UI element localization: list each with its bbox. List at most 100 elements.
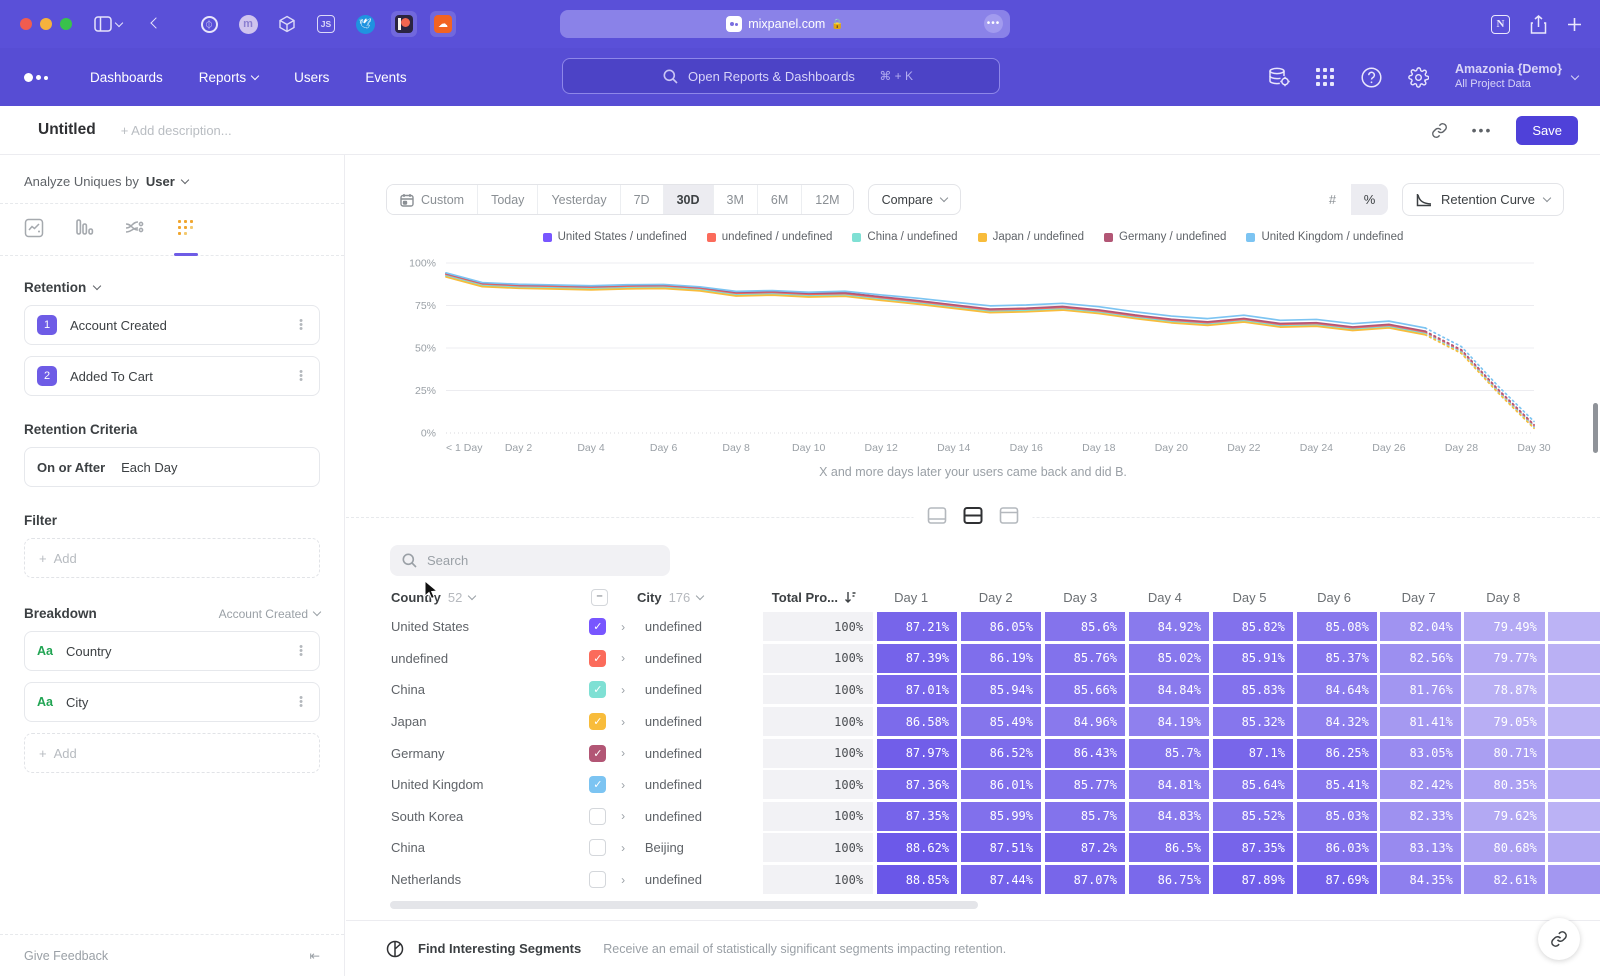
unit-count-button[interactable]: # bbox=[1314, 184, 1351, 215]
retention-value-cell[interactable]: 84.84% bbox=[1129, 675, 1209, 704]
address-more-button[interactable]: ••• bbox=[984, 14, 1003, 33]
retention-value-cell[interactable]: 86.03% bbox=[1297, 833, 1377, 862]
segments-title[interactable]: Find Interesting Segments bbox=[418, 941, 581, 956]
data-management-icon[interactable] bbox=[1268, 67, 1290, 87]
nav-link-events[interactable]: Events bbox=[365, 70, 406, 85]
retention-value-cell[interactable]: 87.39% bbox=[877, 644, 957, 673]
vertical-scrollbar[interactable] bbox=[1593, 403, 1598, 453]
retention-value-cell[interactable]: 85.08% bbox=[1297, 612, 1377, 641]
settings-gear-icon[interactable] bbox=[1408, 67, 1429, 88]
project-switcher[interactable]: Amazonia {Demo} All Project Data bbox=[1455, 62, 1578, 91]
retention-value-cell[interactable]: 86.25% bbox=[1297, 739, 1377, 768]
retention-value-cell[interactable]: 85.03% bbox=[1297, 802, 1377, 831]
retention-value-cell[interactable]: 85.7% bbox=[1045, 802, 1125, 831]
series-checkbox-checked[interactable]: ✓ bbox=[589, 681, 606, 698]
chart-type-dropdown[interactable]: Retention Curve bbox=[1402, 183, 1564, 216]
series-checkbox-checked[interactable]: ✓ bbox=[589, 618, 606, 635]
retention-value-cell[interactable]: 85.66% bbox=[1045, 675, 1125, 704]
retention-value-cell[interactable]: 87.36% bbox=[877, 770, 957, 799]
address-bar[interactable]: mixpanel.com 🔒 ••• bbox=[560, 10, 1010, 38]
city-column-header[interactable]: City 176 bbox=[637, 590, 749, 605]
day-column-header[interactable]: Day 1 bbox=[871, 583, 952, 612]
legend-item[interactable]: United States / undefined bbox=[543, 231, 687, 243]
range-button-3m[interactable]: 3M bbox=[713, 185, 757, 214]
retention-value-cell[interactable]: 84.96% bbox=[1045, 707, 1125, 736]
range-button-12m[interactable]: 12M bbox=[801, 185, 852, 214]
retention-value-cell[interactable]: 81.41% bbox=[1380, 707, 1460, 736]
nav-link-reports[interactable]: Reports bbox=[199, 70, 258, 85]
zoom-window-button[interactable] bbox=[60, 18, 72, 30]
more-options-button[interactable]: ••• bbox=[1472, 122, 1493, 138]
legend-item[interactable]: undefined / undefined bbox=[707, 231, 833, 243]
range-button-7d[interactable]: 7D bbox=[620, 185, 663, 214]
retention-value-cell[interactable]: 84.32% bbox=[1297, 707, 1377, 736]
retention-value-cell[interactable]: 82.61% bbox=[1464, 865, 1544, 894]
layout-chart-only-button[interactable] bbox=[924, 503, 951, 528]
retention-value-cell[interactable]: 85.52% bbox=[1213, 802, 1293, 831]
retention-value-cell[interactable]: 88.62% bbox=[877, 833, 957, 862]
day-column-header[interactable]: Day 8 bbox=[1463, 583, 1544, 612]
cube-favicon[interactable] bbox=[274, 11, 300, 37]
total-column-header[interactable]: Total Pro... bbox=[756, 583, 867, 612]
expand-row-chevron[interactable]: › bbox=[621, 841, 645, 855]
expand-row-chevron[interactable]: › bbox=[621, 683, 645, 697]
expand-row-chevron[interactable]: › bbox=[621, 715, 645, 729]
add-breakdown-button[interactable]: + Add bbox=[24, 733, 320, 773]
legend-item[interactable]: Germany / undefined bbox=[1104, 231, 1226, 243]
retention-value-cell[interactable]: 85.37% bbox=[1297, 644, 1377, 673]
copy-link-icon[interactable] bbox=[1431, 122, 1448, 139]
table-row[interactable]: Japan ✓ › undefined 100%86.58%85.49%84.9… bbox=[346, 706, 1600, 738]
day-column-header[interactable]: Day 4 bbox=[1124, 583, 1205, 612]
layout-table-only-button[interactable] bbox=[996, 503, 1023, 528]
retention-value-cell[interactable]: 86.01% bbox=[961, 770, 1041, 799]
range-button-yesterday[interactable]: Yesterday bbox=[537, 185, 619, 214]
share-link-floating-button[interactable] bbox=[1538, 918, 1580, 960]
retention-value-cell[interactable]: 85.41% bbox=[1297, 770, 1377, 799]
retention-value-cell[interactable]: 82.33% bbox=[1380, 802, 1460, 831]
retention-value-cell[interactable]: 85.94% bbox=[961, 675, 1041, 704]
close-window-button[interactable] bbox=[20, 18, 32, 30]
retention-value-cell[interactable]: 84.35% bbox=[1380, 865, 1460, 894]
notion-extension-icon[interactable]: N bbox=[1491, 15, 1510, 34]
kebab-menu-icon[interactable]: ••• bbox=[295, 696, 307, 708]
kebab-menu-icon[interactable]: ••• bbox=[295, 645, 307, 657]
retention-value-cell[interactable]: 88.85% bbox=[877, 865, 957, 894]
retention-value-cell[interactable]: 83.13% bbox=[1380, 833, 1460, 862]
series-checkbox-checked[interactable]: ✓ bbox=[589, 776, 606, 793]
retention-value-cell[interactable]: 85.99% bbox=[961, 802, 1041, 831]
table-row[interactable]: China ✓ › undefined 100%87.01%85.94%85.6… bbox=[346, 674, 1600, 706]
legend-item[interactable]: Japan / undefined bbox=[978, 231, 1084, 243]
help-icon[interactable] bbox=[1361, 67, 1382, 88]
legend-item[interactable]: United Kingdom / undefined bbox=[1246, 231, 1403, 243]
retention-value-cell[interactable]: 82.04% bbox=[1380, 612, 1460, 641]
series-checkbox-checked[interactable]: ✓ bbox=[589, 745, 606, 762]
range-button-custom[interactable]: Custom bbox=[387, 185, 477, 214]
retention-value-cell[interactable]: 87.97% bbox=[877, 739, 957, 768]
retention-value-cell[interactable]: 87.44% bbox=[961, 865, 1041, 894]
js-favicon[interactable]: JS bbox=[313, 11, 339, 37]
series-checkbox-checked[interactable]: ✓ bbox=[589, 650, 606, 667]
retention-value-cell[interactable]: 87.07% bbox=[1045, 865, 1125, 894]
retention-value-cell[interactable]: 87.21% bbox=[877, 612, 957, 641]
give-feedback-link[interactable]: Give Feedback bbox=[24, 949, 108, 963]
day-column-header[interactable]: Day 3 bbox=[1040, 583, 1121, 612]
apps-grid-icon[interactable] bbox=[1316, 68, 1335, 87]
retention-value-cell[interactable]: 85.82% bbox=[1213, 612, 1293, 641]
retention-step-card[interactable]: 1 Account Created ••• bbox=[24, 305, 320, 345]
unit-percent-button[interactable]: % bbox=[1351, 184, 1388, 215]
retention-step-card[interactable]: 2 Added To Cart ••• bbox=[24, 356, 320, 396]
retention-value-cell[interactable]: 85.49% bbox=[961, 707, 1041, 736]
retention-value-cell[interactable]: 84.81% bbox=[1129, 770, 1209, 799]
retention-value-cell[interactable]: 79.49% bbox=[1464, 612, 1544, 641]
add-description-button[interactable]: + Add description... bbox=[121, 123, 232, 138]
retention-value-cell[interactable]: 87.35% bbox=[1213, 833, 1293, 862]
new-tab-icon[interactable] bbox=[1567, 17, 1582, 32]
retention-value-cell[interactable]: 87.89% bbox=[1213, 865, 1293, 894]
range-button-30d[interactable]: 30D bbox=[663, 185, 713, 214]
retention-value-cell[interactable]: 84.19% bbox=[1129, 707, 1209, 736]
retention-value-cell[interactable]: 85.32% bbox=[1213, 707, 1293, 736]
table-row[interactable]: United States ✓ › undefined 100%87.21%86… bbox=[346, 611, 1600, 643]
country-column-header[interactable]: Country 52 bbox=[391, 590, 591, 605]
expand-row-chevron[interactable]: › bbox=[621, 873, 645, 887]
table-search-input[interactable]: Search bbox=[390, 545, 670, 576]
